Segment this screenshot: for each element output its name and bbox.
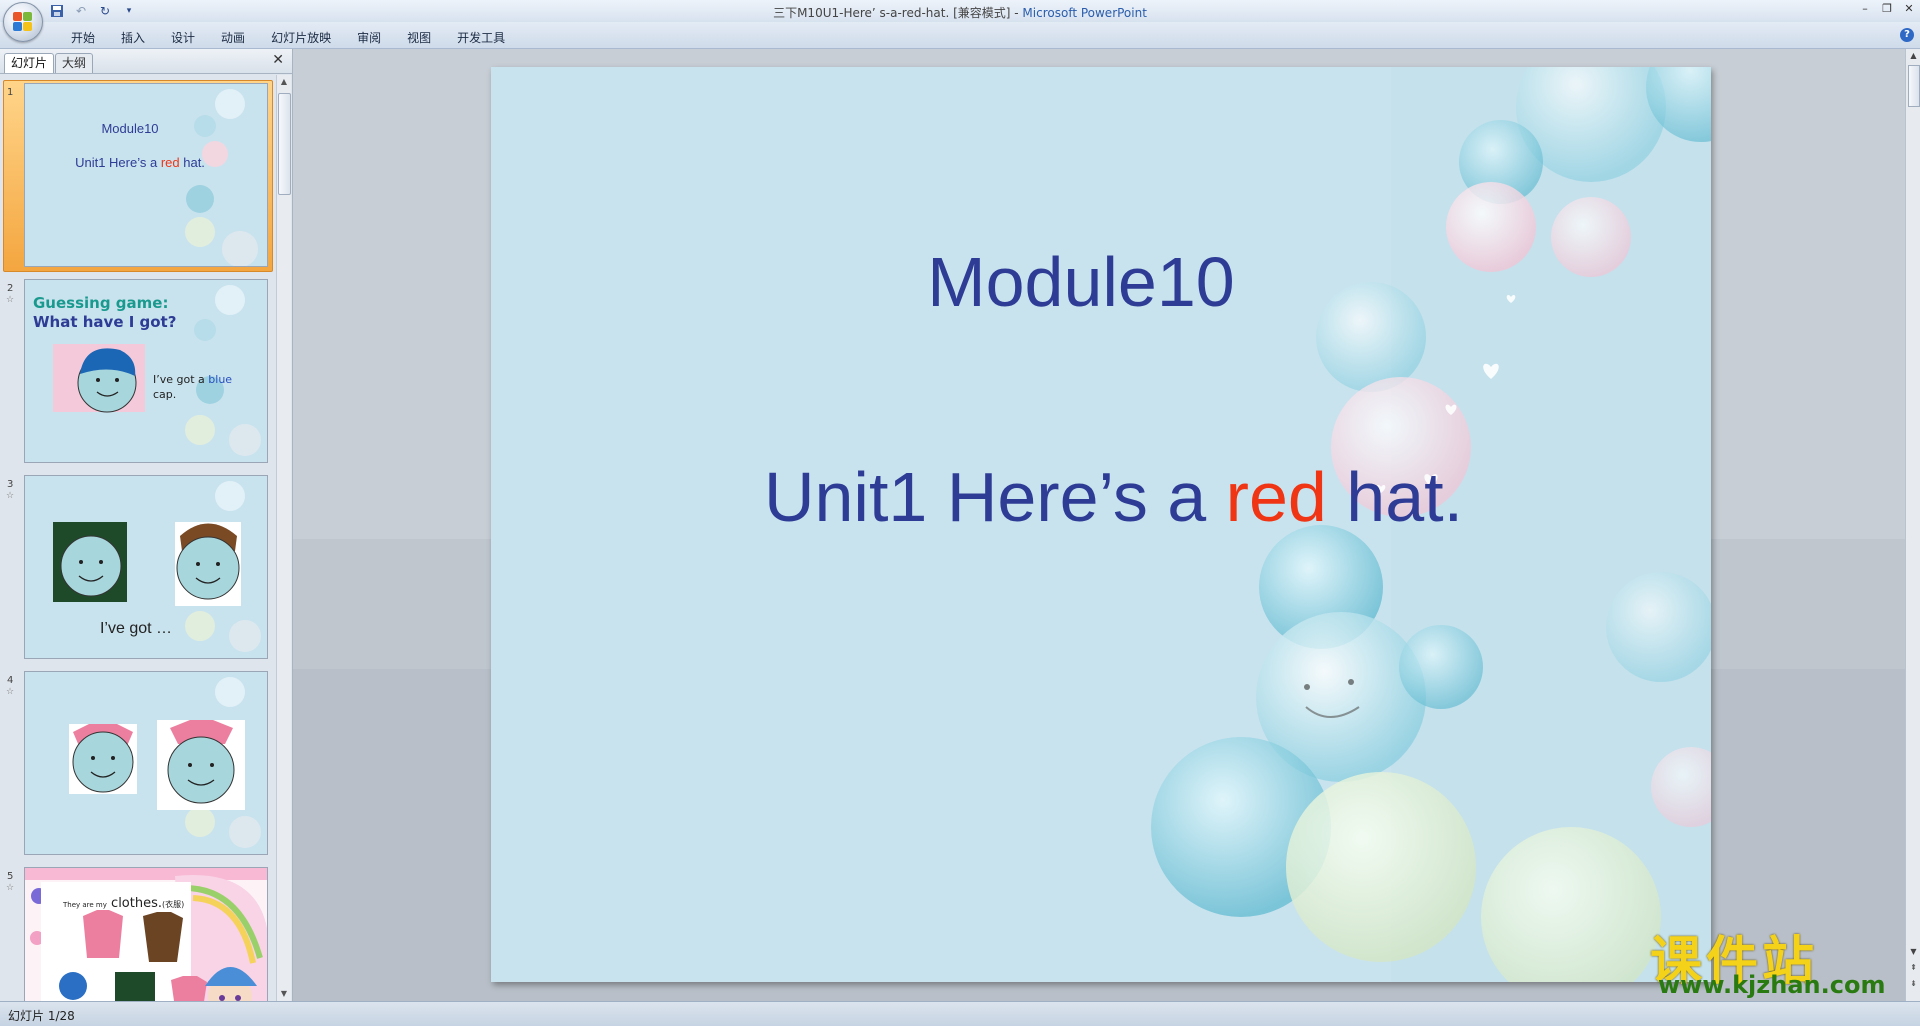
subtitle-red-word: red bbox=[1225, 458, 1327, 536]
slide-number: 5 bbox=[7, 871, 14, 882]
tab-design[interactable]: 设计 bbox=[158, 29, 208, 46]
scroll-up-icon[interactable]: ▲ bbox=[277, 75, 291, 89]
watermark-url: www.kjzhan.com bbox=[1658, 971, 1886, 999]
slide-subtitle[interactable]: Unit1 Here’s a red hat. bbox=[491, 457, 1711, 537]
tab-slides[interactable]: 幻灯片 bbox=[4, 53, 55, 73]
thumb-subtitle: Unit1 Here’s a red hat. bbox=[25, 155, 255, 170]
tab-animations[interactable]: 动画 bbox=[208, 29, 258, 46]
scrollbar-thumb[interactable] bbox=[278, 93, 291, 195]
panel-tabs: 幻灯片 大纲 ✕ bbox=[0, 49, 292, 74]
status-bar: 幻灯片 1/28 bbox=[0, 1001, 1920, 1026]
tab-review[interactable]: 审阅 bbox=[344, 29, 394, 46]
thumb-caption: I’ve got a blue cap. bbox=[153, 372, 253, 402]
slide-thumbnail-image: Module10 Unit1 Here’s a red hat. bbox=[24, 83, 268, 267]
previous-slide-icon[interactable]: ⇞ bbox=[1907, 961, 1920, 975]
office-logo-icon bbox=[13, 12, 33, 32]
subtitle-pre: Unit1 Here’s a bbox=[763, 458, 1226, 536]
thumb-caption: They are my clothes.(衣服) bbox=[63, 896, 184, 911]
scroll-down-icon[interactable]: ▼ bbox=[1907, 945, 1920, 959]
thumb-caption: I’ve got … bbox=[99, 620, 173, 637]
thumb-caption-blue: blue bbox=[208, 373, 233, 386]
bubble-decoration bbox=[185, 89, 258, 266]
slides-panel: 幻灯片 大纲 ✕ 1 Module10 Unit1 Here’s a red h… bbox=[0, 49, 293, 1001]
title-bar: ↶ ↻ ▾ 三下M10U1-Here’ s-a-red-hat. [兼容模式] … bbox=[0, 0, 1920, 23]
slide-thumbnail-image: I’ve got … bbox=[24, 475, 268, 659]
thumb-caption-main: clothes. bbox=[111, 896, 162, 911]
editor-scrollbar[interactable]: ▲ ▼ ⇞ ⇟ bbox=[1905, 49, 1920, 1001]
clothes-illustration bbox=[25, 868, 267, 1001]
window-controls: – ❐ ✕ bbox=[1858, 2, 1916, 16]
help-icon[interactable]: ? bbox=[1900, 28, 1914, 42]
tab-developer[interactable]: 开发工具 bbox=[444, 29, 518, 46]
thumb-caption-post: cap. bbox=[153, 388, 177, 401]
animation-star-icon: ☆ bbox=[6, 295, 15, 305]
ribbon-tabs: 开始 插入 设计 动画 幻灯片放映 审阅 视图 开发工具 bbox=[58, 29, 518, 46]
slide-number: 4 bbox=[7, 675, 14, 686]
slide-title[interactable]: Module10 bbox=[491, 242, 1671, 322]
window-title-app: Microsoft PowerPoint bbox=[1022, 6, 1147, 20]
thumbnail-scrollbar[interactable]: ▲ ▼ bbox=[276, 75, 291, 1001]
slide-thumbnail-image: Guessing game: What have I got? I’ve got… bbox=[24, 279, 268, 463]
tab-slideshow[interactable]: 幻灯片放映 bbox=[258, 29, 344, 46]
thumb-subtitle-pre: Unit1 Here’s a bbox=[75, 155, 161, 170]
subtitle-post: hat. bbox=[1326, 458, 1464, 536]
current-slide[interactable]: Module10 Unit1 Here’s a red hat. bbox=[491, 67, 1711, 982]
animation-star-icon: ☆ bbox=[6, 491, 15, 501]
slide-counter: 幻灯片 1/28 bbox=[8, 1009, 75, 1023]
window-title: 三下M10U1-Here’ s-a-red-hat. [兼容模式] - Micr… bbox=[0, 4, 1920, 21]
slide-thumbnail-list: 1 Module10 Unit1 Here’s a red hat. 2 ☆ G… bbox=[0, 75, 274, 1001]
ribbon: 开始 插入 设计 动画 幻灯片放映 审阅 视图 开发工具 ? bbox=[0, 22, 1920, 49]
minimize-icon[interactable]: – bbox=[1858, 2, 1872, 16]
close-icon[interactable]: ✕ bbox=[272, 52, 284, 68]
slide-number: 1 bbox=[7, 87, 14, 98]
thumb-caption-cn: (衣服) bbox=[162, 900, 185, 909]
tab-outline[interactable]: 大纲 bbox=[55, 53, 94, 73]
close-icon[interactable]: ✕ bbox=[1902, 2, 1916, 16]
thumb-heading-2: What have I got? bbox=[33, 313, 177, 331]
slide-number: 2 bbox=[7, 283, 14, 294]
thumb-heading-1: Guessing game: bbox=[33, 294, 169, 312]
thumb-title: Module10 bbox=[101, 121, 159, 136]
animation-star-icon: ☆ bbox=[6, 687, 15, 697]
tab-insert[interactable]: 插入 bbox=[108, 29, 158, 46]
tab-home[interactable]: 开始 bbox=[58, 29, 108, 46]
office-button[interactable] bbox=[3, 2, 43, 42]
thumb-subtitle-red: red bbox=[160, 155, 180, 170]
restore-icon[interactable]: ❐ bbox=[1880, 2, 1894, 16]
bubble-decoration bbox=[69, 677, 261, 848]
thumb-subtitle-post: hat. bbox=[179, 155, 205, 170]
slide-number: 3 bbox=[7, 479, 14, 490]
slide-thumbnail-image bbox=[24, 671, 268, 855]
scroll-up-icon[interactable]: ▲ bbox=[1907, 49, 1920, 63]
watermark-logo: 课件站 www.kjzhan.com bbox=[1650, 919, 1900, 999]
slide-thumbnail-image: They are my clothes.(衣服) bbox=[24, 867, 268, 1001]
thumb-caption-pre: I’ve got a bbox=[153, 373, 209, 386]
scrollbar-thumb[interactable] bbox=[1908, 65, 1920, 107]
thumb-caption-small: They are my bbox=[63, 901, 107, 909]
animation-star-icon: ☆ bbox=[6, 883, 15, 893]
window-title-file: 三下M10U1-Here’ s-a-red-hat. [兼容模式] - bbox=[773, 6, 1023, 20]
tab-view[interactable]: 视图 bbox=[394, 29, 444, 46]
slide-editor: Module10 Unit1 Here’s a red hat. bbox=[293, 49, 1905, 1001]
scroll-down-icon[interactable]: ▼ bbox=[277, 987, 291, 1001]
next-slide-icon[interactable]: ⇟ bbox=[1907, 977, 1920, 991]
